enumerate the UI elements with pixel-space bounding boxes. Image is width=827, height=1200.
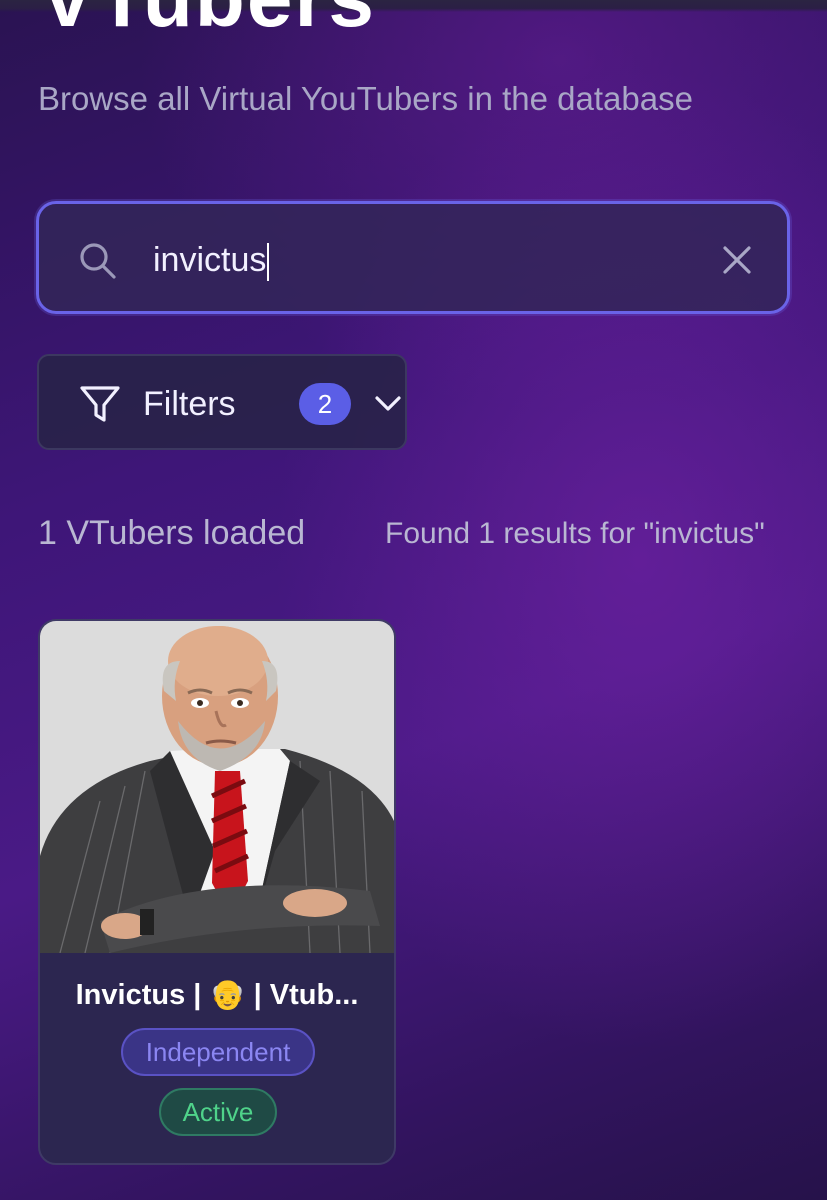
status-badge: Active (159, 1088, 277, 1136)
filters-label: Filters (143, 385, 236, 423)
page-title: VTubers (40, 0, 376, 40)
vtuber-card[interactable]: Invictus | 👴 | Vtub... Independent Activ… (38, 619, 396, 1165)
text-caret (267, 243, 270, 282)
affiliation-tag: Independent (121, 1028, 315, 1076)
search-results-summary: Found 1 results for "invictus" (385, 517, 765, 550)
close-icon[interactable] (719, 242, 755, 278)
filters-button[interactable]: Filters 2 (37, 354, 407, 450)
search-input[interactable]: invictus (36, 201, 790, 314)
vtuber-avatar-image (40, 621, 394, 953)
vtubers-loaded-count: 1 VTubers loaded (38, 514, 306, 552)
search-value[interactable]: invictus (153, 240, 270, 282)
filters-count-badge: 2 (299, 383, 351, 425)
search-icon (80, 243, 116, 279)
vtuber-name: Invictus | 👴 | Vtub... (75, 979, 359, 1011)
chevron-down-icon (375, 396, 401, 411)
page-subtitle: Browse all Virtual YouTubers in the data… (38, 80, 693, 117)
filter-icon (80, 386, 120, 422)
